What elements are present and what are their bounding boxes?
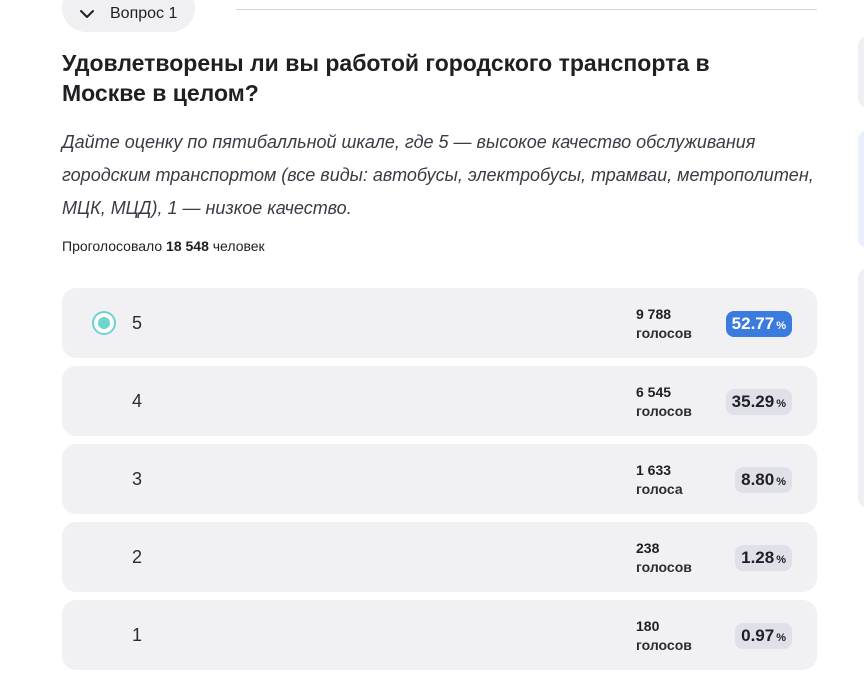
radio-selected-icon[interactable] (92, 311, 116, 335)
answer-options: 5 9 788 голосов 52.77 % 4 6 545 голосов … (62, 288, 817, 678)
answer-option[interactable]: 3 1 633 голоса 8.80 % (62, 444, 817, 514)
side-panel-edge[interactable] (858, 36, 864, 108)
percent-value: 1.28 (741, 548, 775, 567)
option-votes: 9 788 голосов (636, 305, 692, 343)
votes-count: 180 (636, 618, 660, 634)
votes-word: голосов (636, 559, 692, 575)
votes-word: голоса (636, 481, 683, 497)
voted-count: Проголосовало 18 548 человек (62, 238, 265, 254)
voted-number: 18 548 (166, 238, 209, 254)
divider (236, 9, 817, 10)
side-panel-edge[interactable] (858, 130, 864, 248)
percent-sign: % (776, 320, 786, 332)
chevron-down-icon (78, 5, 96, 23)
percent-badge: 35.29 % (725, 389, 792, 415)
votes-count: 238 (636, 540, 660, 556)
question-number: Вопрос 1 (110, 5, 178, 22)
option-label: 2 (132, 547, 143, 567)
percent-badge: 1.28 % (735, 545, 792, 571)
percent-sign: % (776, 398, 786, 410)
percent-sign: % (776, 476, 786, 488)
percent-value: 0.97 (741, 626, 775, 645)
percent-value: 52.77 (731, 314, 775, 333)
option-votes: 1 633 голоса (636, 461, 683, 499)
option-votes: 180 голосов (636, 617, 692, 655)
votes-word: голосов (636, 403, 692, 419)
votes-word: голосов (636, 637, 692, 653)
percent-badge: 0.97 % (735, 623, 792, 649)
answer-option[interactable]: 1 180 голосов 0.97 % (62, 600, 817, 670)
option-votes: 6 545 голосов (636, 383, 692, 421)
option-label: 1 (132, 625, 143, 645)
percent-sign: % (776, 632, 786, 644)
answer-option[interactable]: 4 6 545 голосов 35.29 % (62, 366, 817, 436)
option-label: 5 (132, 313, 143, 333)
percent-badge: 8.80 % (735, 467, 792, 493)
percent-sign: % (776, 554, 786, 566)
percent-value: 8.80 (741, 470, 775, 489)
votes-word: голосов (636, 325, 692, 341)
votes-count: 6 545 (636, 384, 672, 400)
question-header: Вопрос 1 (62, 0, 196, 32)
voted-suffix: человек (212, 238, 265, 254)
votes-count: 9 788 (636, 306, 672, 322)
question-description: Дайте оценку по пятибалльной шкале, где … (62, 132, 814, 218)
answer-option[interactable]: 5 9 788 голосов 52.77 % (62, 288, 817, 358)
percent-badge: 52.77 % (725, 311, 792, 337)
answer-option[interactable]: 2 238 голосов 1.28 % (62, 522, 817, 592)
question-toggle-button[interactable]: Вопрос 1 (62, 0, 196, 32)
option-label: 4 (132, 391, 143, 411)
option-label: 3 (132, 469, 143, 489)
votes-count: 1 633 (636, 462, 672, 478)
voted-prefix: Проголосовало (62, 238, 163, 254)
option-votes: 238 голосов (636, 539, 692, 577)
side-panel-edge[interactable] (858, 268, 864, 508)
question-title: Удовлетворены ли вы работой городского т… (62, 50, 710, 106)
percent-value: 35.29 (731, 392, 775, 411)
